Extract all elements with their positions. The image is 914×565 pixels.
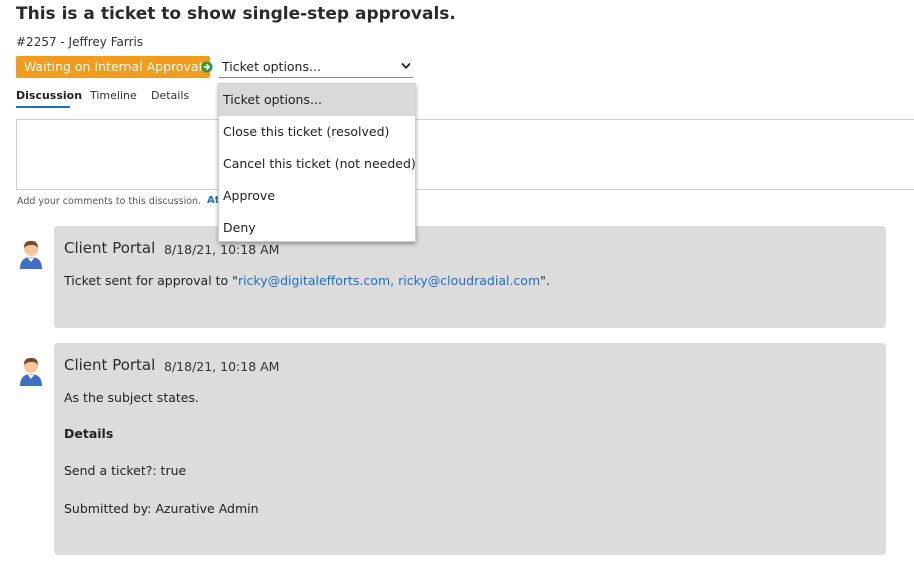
ticket-options-dropdown: Ticket options... Close this ticket (res… <box>218 83 416 242</box>
page-title: This is a ticket to show single-step app… <box>16 4 456 24</box>
status-badge: Waiting on Internal Approval <box>16 56 211 78</box>
option-ticket-options[interactable]: Ticket options... <box>219 84 415 116</box>
user-avatar-icon <box>20 241 42 269</box>
post-body-line: Send a ticket?: true <box>64 463 187 478</box>
post-body-line: As the subject states. <box>64 390 199 405</box>
post-text-prefix: Ticket sent for approval to " <box>64 273 238 288</box>
tab-discussion[interactable]: Discussion <box>16 89 82 102</box>
comment-hint: Add your comments to this discussion. <box>17 196 202 207</box>
post-author: Client Portal <box>64 239 156 257</box>
post-card: Client Portal 8/18/21, 10:18 AM Ticket s… <box>54 226 886 328</box>
tab-timeline[interactable]: Timeline <box>90 89 137 102</box>
approver-email-link[interactable]: ricky@digitalefforts.com, ricky@cloudrad… <box>238 273 540 288</box>
ticket-options-select[interactable]: Ticket options... <box>219 56 413 78</box>
tab-details[interactable]: Details <box>151 89 189 102</box>
ticket-number-and-requester: #2257 - Jeffrey Farris <box>16 35 144 49</box>
post-author: Client Portal <box>64 356 156 374</box>
ticket-options-select-value: Ticket options... <box>222 59 321 74</box>
chevron-down-icon <box>401 63 411 69</box>
option-close-ticket[interactable]: Close this ticket (resolved) <box>219 116 415 148</box>
option-deny[interactable]: Deny <box>219 212 415 244</box>
arrow-right-circle-icon <box>201 61 213 73</box>
option-approve[interactable]: Approve <box>219 180 415 212</box>
post-body: Ticket sent for approval to "ricky@digit… <box>64 273 550 288</box>
post-text-suffix: ". <box>540 273 550 288</box>
post-timestamp: 8/18/21, 10:18 AM <box>164 242 280 257</box>
post-body-line: Submitted by: Azurative Admin <box>64 501 259 516</box>
post-card: Client Portal 8/18/21, 10:18 AM As the s… <box>54 343 886 555</box>
active-tab-indicator <box>16 106 70 108</box>
post-details-heading: Details <box>64 426 114 441</box>
post-timestamp: 8/18/21, 10:18 AM <box>164 359 280 374</box>
user-avatar-icon <box>20 358 42 386</box>
option-cancel-ticket[interactable]: Cancel this ticket (not needed) <box>219 148 416 180</box>
comment-input[interactable] <box>16 119 914 190</box>
